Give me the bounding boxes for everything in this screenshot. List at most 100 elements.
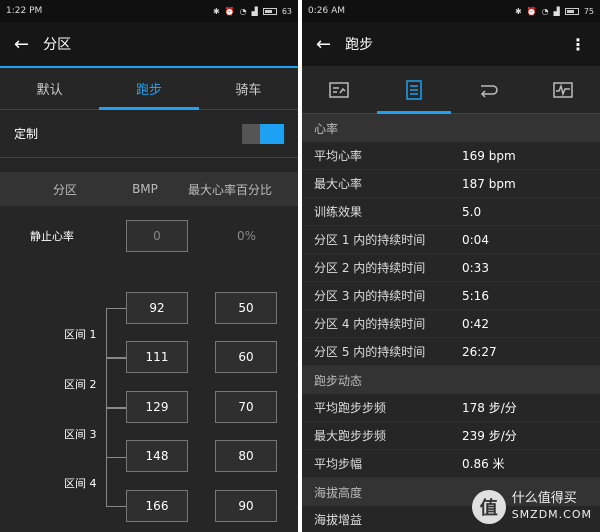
right-screen: 0:26 AM ✱ ⏰ ◔ ▟ 75 ← 跑步 ⋮ 心率 平均心率 169 bpm…	[302, 0, 600, 532]
resting-hr-row: 静止心率 0 0%	[0, 206, 298, 266]
resting-hr-percent: 0%	[237, 229, 257, 243]
tab-cycling[interactable]: 骑车	[199, 68, 298, 109]
zone4-low-input[interactable]: 166	[126, 490, 188, 522]
back-arrow-icon[interactable]: ←	[316, 34, 331, 55]
stat-label: 平均心率	[314, 149, 363, 163]
header-max-hr-percent: 最大心率百分比	[187, 182, 272, 197]
stat-value: 5:16	[462, 288, 489, 303]
page-title: 分区	[43, 37, 72, 53]
resting-hr-label: 静止心率	[30, 230, 74, 243]
stat-label: 平均步幅	[314, 457, 363, 471]
zone3-low-input[interactable]: 129	[126, 391, 188, 423]
alarm-icon: ⏰	[224, 6, 235, 16]
wifi-icon: ◔	[239, 6, 247, 16]
tab-bar: 默认 跑步 骑车	[0, 66, 298, 110]
stat-label: 最大跑步步频	[314, 429, 387, 443]
overflow-menu-icon[interactable]: ⋮	[570, 35, 586, 54]
section-heart-rate: 心率	[302, 114, 600, 142]
tab-running[interactable]: 跑步	[99, 68, 199, 110]
app-bar: ← 分区	[0, 22, 298, 66]
status-bar: 1:22 PM ✱ ⏰ ◔ ▟ 63	[0, 0, 298, 22]
watermark-line1: 什么值得买	[511, 491, 577, 506]
header-bmp: BMP	[132, 182, 158, 196]
toggle-knob	[260, 123, 284, 144]
status-icons: ✱ ⏰ ◔ ▟ 63	[213, 7, 292, 16]
stat-label: 分区 3 内的持续时间	[314, 289, 426, 303]
stat-label: 分区 5 内的持续时间	[314, 345, 426, 359]
stat-value: 178 步/分	[462, 401, 517, 415]
stat-value: 0:42	[462, 316, 489, 331]
zone4-label: 区间 4	[64, 477, 97, 490]
stat-label: 分区 2 内的持续时间	[314, 261, 426, 275]
wifi-icon: ◔	[541, 6, 549, 16]
tab-chart[interactable]	[526, 66, 600, 113]
zone1-high-input[interactable]: 111	[126, 341, 188, 373]
zone2-label: 区间 2	[64, 378, 97, 391]
zone3-bracket	[106, 408, 126, 458]
stat-row: 最大跑步步频 239 步/分	[302, 422, 600, 450]
stat-value: 169 bpm	[462, 148, 516, 163]
zone2-bracket	[106, 358, 126, 408]
stat-label: 分区 1 内的持续时间	[314, 233, 426, 247]
bluetooth-icon: ✱	[515, 6, 522, 16]
stat-label: 海拔增益	[314, 513, 363, 527]
zone4-low-pct-input[interactable]: 90	[215, 490, 277, 522]
stat-label: 分区 4 内的持续时间	[314, 317, 426, 331]
back-arrow-icon[interactable]: ←	[14, 34, 29, 55]
stat-label: 训练效果	[314, 205, 363, 219]
stat-row: 平均跑步步频 178 步/分	[302, 394, 600, 422]
stat-label: 最大心率	[314, 177, 363, 191]
section-running-dynamics: 跑步动态	[302, 366, 600, 394]
resting-hr-input[interactable]: 0	[126, 220, 188, 252]
zone3-high-input[interactable]: 148	[126, 440, 188, 472]
battery-icon	[564, 7, 579, 15]
zone3-low-pct-input[interactable]: 70	[215, 391, 277, 423]
stat-row: 平均步幅 0.86 米	[302, 450, 600, 478]
stat-value: 0.86 米	[462, 457, 505, 471]
tab-summary[interactable]	[302, 66, 377, 113]
stat-value: 239 步/分	[462, 429, 517, 443]
stat-value: 0:33	[462, 260, 489, 275]
zones-list: 92 50 区间 1 111 60 区间 2 129 70 区间 3 148 8…	[0, 266, 298, 522]
stat-row: 分区 5 内的持续时间 26:27	[302, 338, 600, 366]
tab-details[interactable]	[376, 66, 452, 114]
status-time: 1:22 PM	[6, 6, 43, 16]
tab-laps[interactable]	[451, 66, 526, 113]
icon-tab-bar	[302, 66, 600, 114]
status-bar: 0:26 AM ✱ ⏰ ◔ ▟ 75	[302, 0, 600, 22]
status-time: 0:26 AM	[308, 6, 345, 16]
battery-icon	[262, 7, 277, 15]
watermark-logo: 值	[471, 490, 506, 524]
battery-level: 75	[583, 6, 594, 16]
page-title: 跑步	[345, 37, 374, 53]
zone1-low-input[interactable]: 92	[126, 292, 188, 324]
header-zone: 分区	[52, 182, 77, 197]
left-screen: 1:22 PM ✱ ⏰ ◔ ▟ 63 ← 分区 默认 跑步 骑车 定制 分区 B…	[0, 0, 298, 532]
zone1-bracket	[106, 308, 126, 358]
watermark-line2: SMZDM.COM	[511, 508, 592, 521]
stat-row: 最大心率 187 bpm	[302, 170, 600, 198]
zone1-low-pct-input[interactable]: 50	[215, 292, 277, 324]
custom-label: 定制	[14, 127, 39, 141]
stat-row: 分区 2 内的持续时间 0:33	[302, 254, 600, 282]
stat-label: 平均跑步步频	[314, 401, 387, 415]
summary-icon	[329, 81, 349, 98]
battery-level: 63	[281, 6, 292, 16]
stat-row: 平均心率 169 bpm	[302, 142, 600, 170]
stat-row: 分区 3 内的持续时间 5:16	[302, 282, 600, 310]
laps-icon	[481, 84, 498, 98]
bluetooth-icon: ✱	[213, 6, 220, 16]
zone3-high-pct-input[interactable]: 80	[215, 440, 277, 472]
zone1-high-pct-input[interactable]: 60	[215, 341, 277, 373]
stat-value: 187 bpm	[462, 176, 516, 191]
stat-row: 分区 4 内的持续时间 0:42	[302, 310, 600, 338]
status-icons: ✱ ⏰ ◔ ▟ 75	[515, 7, 594, 16]
custom-toggle[interactable]	[242, 123, 284, 144]
stat-row: 分区 1 内的持续时间 0:04	[302, 226, 600, 254]
signal-icon: ▟	[251, 6, 258, 16]
tab-default[interactable]: 默认	[0, 68, 99, 109]
custom-setting-row: 定制	[0, 110, 298, 158]
alarm-icon: ⏰	[526, 6, 537, 16]
stat-value: 5.0	[462, 204, 482, 219]
zone3-label: 区间 3	[64, 428, 97, 441]
